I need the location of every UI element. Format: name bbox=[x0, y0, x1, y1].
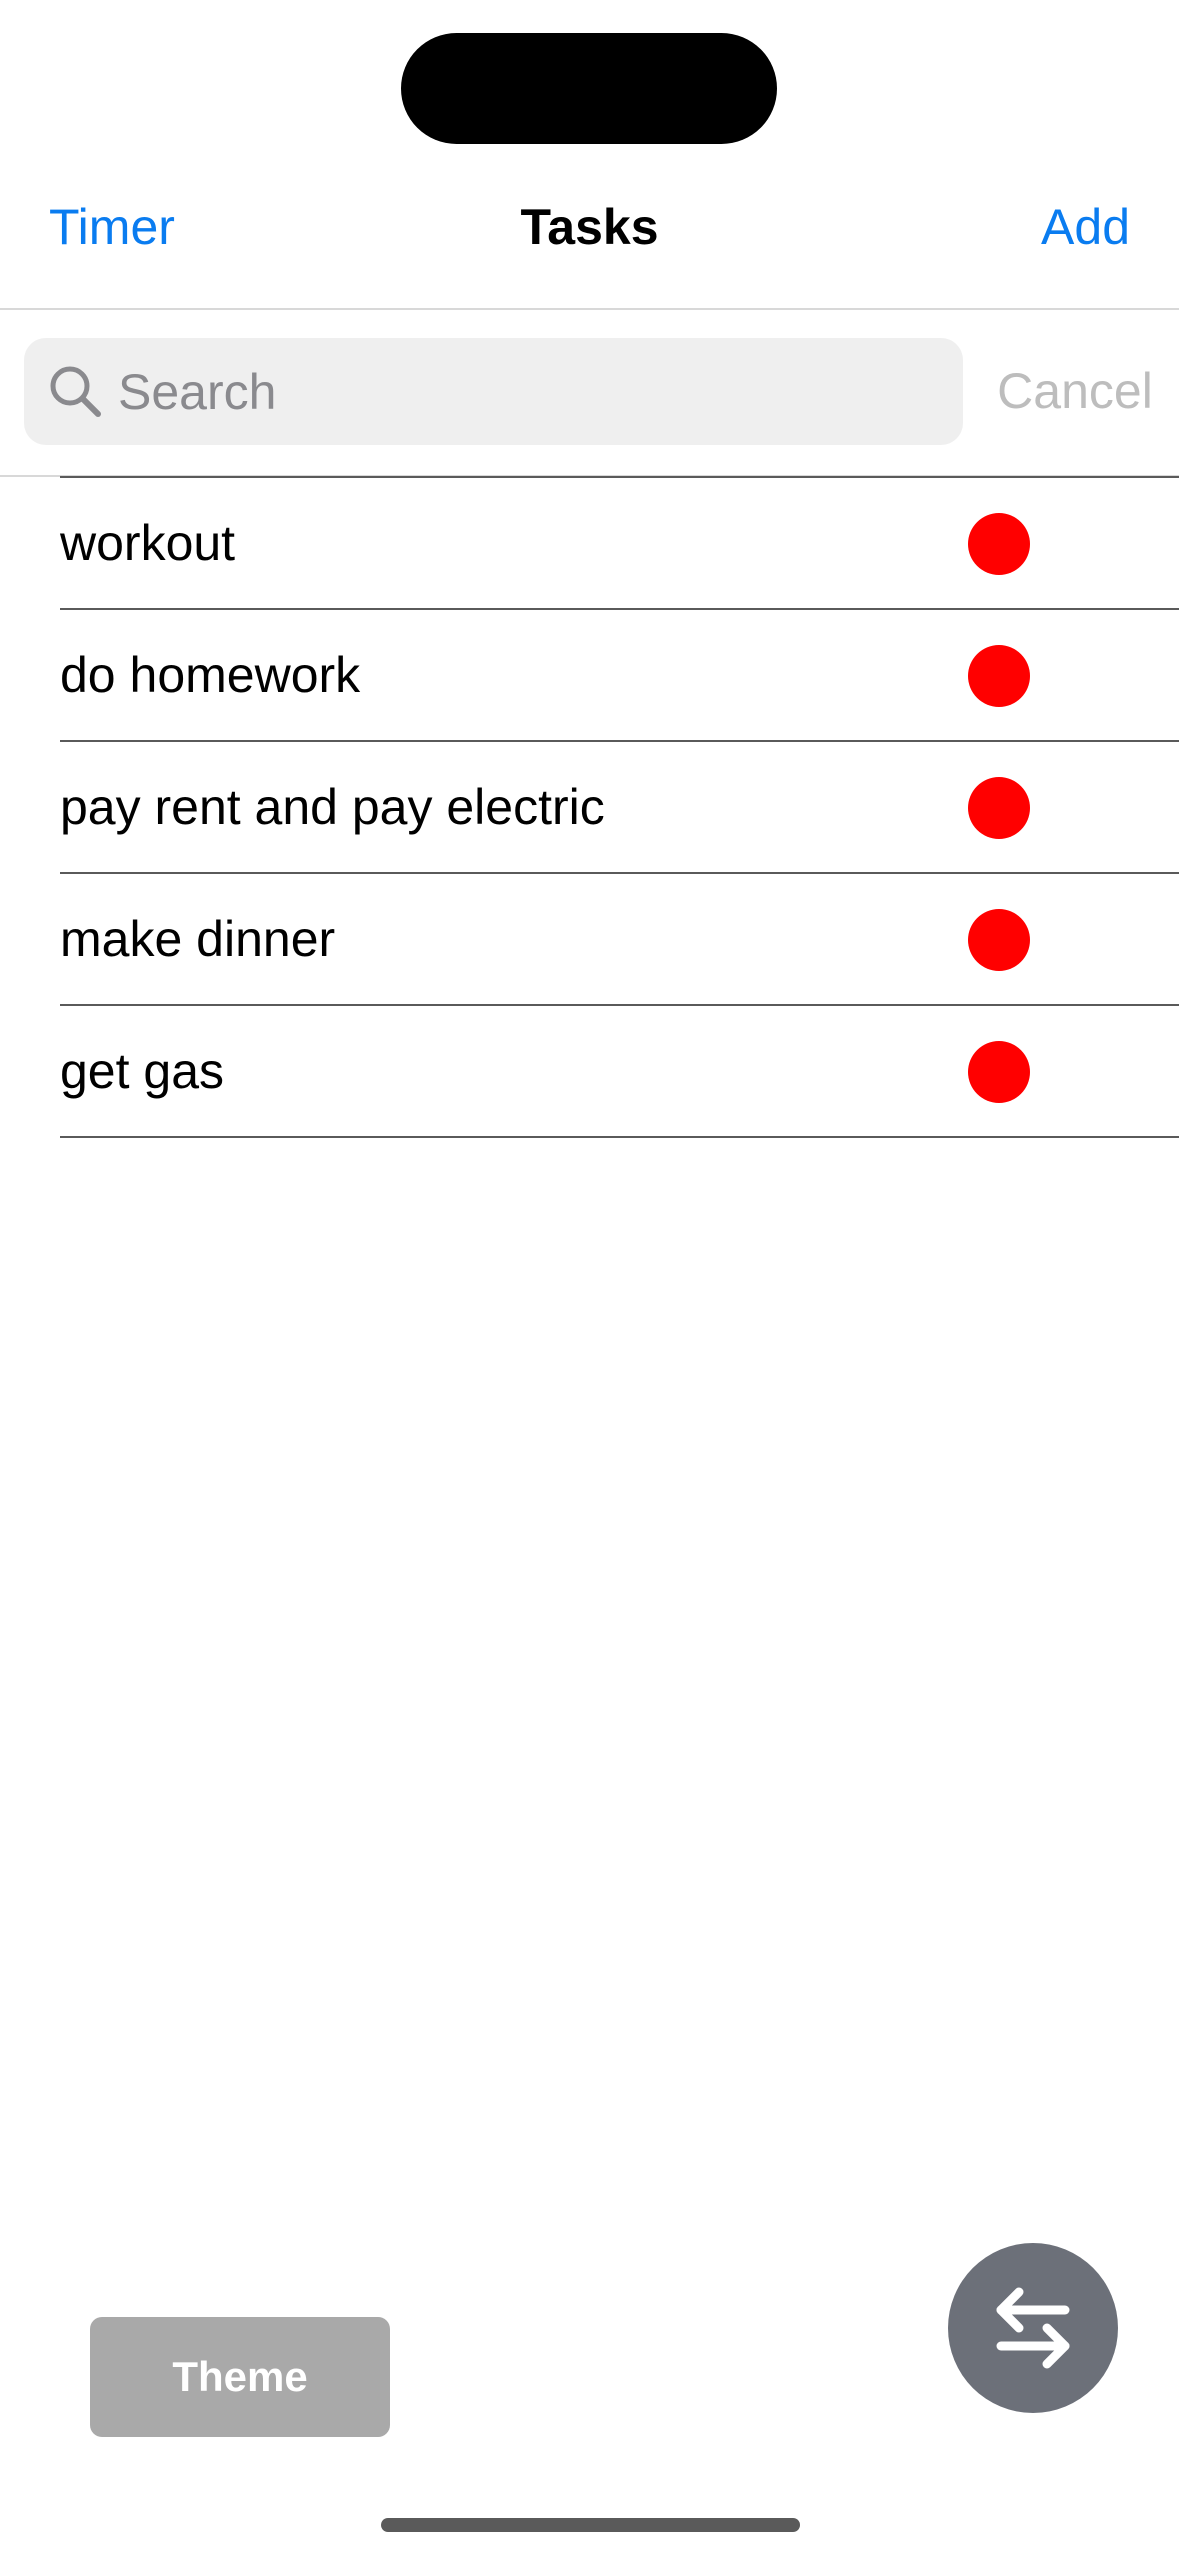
status-dot bbox=[968, 645, 1030, 707]
theme-button[interactable]: Theme bbox=[90, 2317, 390, 2437]
search-bar[interactable] bbox=[24, 338, 963, 445]
navbar-divider bbox=[0, 308, 1179, 310]
add-button[interactable]: Add bbox=[1041, 170, 1130, 284]
task-row[interactable]: pay rent and pay electric bbox=[60, 740, 1179, 872]
cancel-button[interactable]: Cancel bbox=[990, 338, 1160, 445]
task-row[interactable]: do homework bbox=[60, 608, 1179, 740]
dynamic-island bbox=[401, 33, 777, 144]
status-dot bbox=[968, 909, 1030, 971]
task-row[interactable]: make dinner bbox=[60, 872, 1179, 1004]
home-indicator bbox=[381, 2518, 800, 2532]
page-title: Tasks bbox=[520, 199, 659, 255]
task-list: workout do homework pay rent and pay elect… bbox=[60, 476, 1179, 1138]
task-label: make dinner bbox=[60, 911, 336, 967]
status-dot bbox=[968, 513, 1030, 575]
task-row[interactable]: workout bbox=[60, 476, 1179, 608]
status-dot bbox=[968, 1041, 1030, 1103]
search-icon bbox=[50, 366, 101, 417]
navigation-bar: Timer Tasks Add bbox=[0, 170, 1179, 308]
swap-button[interactable] bbox=[948, 2243, 1118, 2413]
arrows-left-right-icon bbox=[996, 2287, 1070, 2369]
task-label: get gas bbox=[60, 1043, 225, 1099]
search-input[interactable] bbox=[118, 338, 938, 445]
task-label: do homework bbox=[60, 647, 361, 703]
task-label: workout bbox=[60, 515, 236, 571]
task-row[interactable]: get gas bbox=[60, 1004, 1179, 1138]
task-label: pay rent and pay electric bbox=[60, 779, 605, 835]
status-dot bbox=[968, 777, 1030, 839]
